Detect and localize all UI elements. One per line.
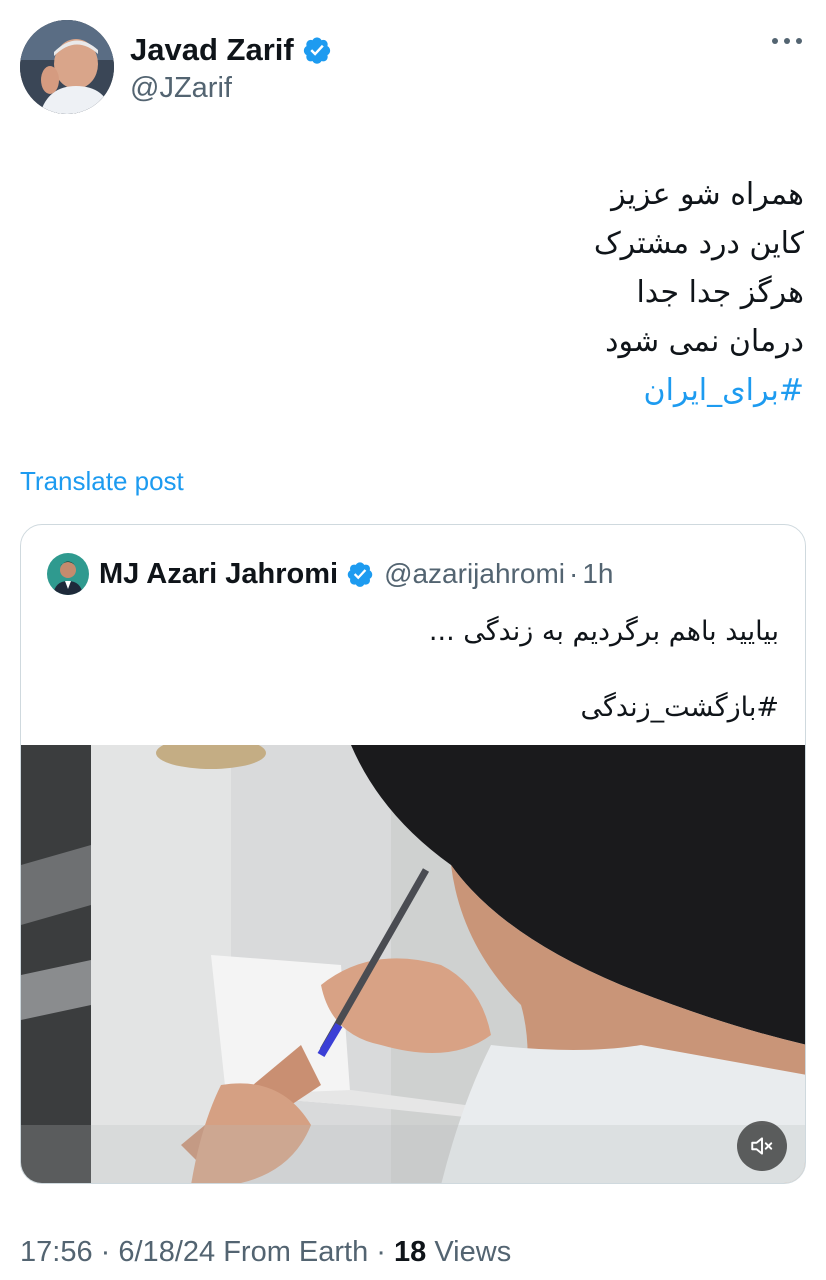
quoted-text-line: بیایید باهم برگردیم به زندگی ... — [428, 616, 779, 647]
separator-dot: · — [376, 1236, 386, 1268]
post-source: From Earth — [223, 1236, 369, 1268]
post-metadata: 17:56 · 6/18/24 From Earth · 18 Views — [20, 1236, 511, 1269]
post-hashtag-link[interactable]: #برای_ایران — [204, 366, 804, 415]
post-text: همراه شو عزیز کاین درد مشترک هرگز جدا جد… — [204, 170, 804, 415]
translate-post-link[interactable]: Translate post — [20, 466, 184, 497]
separator-dot: · — [100, 1236, 111, 1268]
verified-badge-icon — [303, 37, 330, 64]
post-line: درمان نمی شود — [605, 324, 804, 359]
quoted-post-text: بیایید باهم برگردیم به زندگی ... #بازگشت… — [79, 611, 779, 729]
views-count: 18 — [394, 1236, 427, 1268]
post-line: هرگز جدا جدا — [636, 275, 804, 310]
separator-dot: · — [568, 558, 579, 589]
mute-button[interactable] — [737, 1121, 787, 1171]
quoted-author-avatar — [47, 553, 89, 595]
author-names: Javad Zarif @JZarif — [130, 30, 332, 105]
quoted-author-name: MJ Azari Jahromi — [99, 557, 339, 590]
quoted-author-handle: @azarijahromi — [384, 558, 565, 589]
author-avatar[interactable] — [20, 20, 114, 114]
post-line: همراه شو عزیز — [611, 177, 804, 212]
author-name[interactable]: Javad Zarif — [130, 32, 294, 68]
post-date[interactable]: 6/18/24 — [118, 1236, 215, 1268]
views-label: Views — [434, 1236, 512, 1268]
more-options-icon[interactable] — [770, 36, 804, 46]
post-header: Javad Zarif @JZarif — [20, 20, 806, 116]
post-line: کاین درد مشترک — [593, 226, 804, 261]
quoted-post-time: 1h — [582, 558, 614, 589]
quoted-video[interactable] — [21, 745, 805, 1183]
mute-icon — [751, 1137, 773, 1155]
quoted-hashtag: #بازگشت_زندگی — [580, 692, 779, 723]
quoted-post-header: MJ Azari Jahromi @azarijahromi · 1h — [47, 553, 613, 595]
quoted-post-card[interactable]: MJ Azari Jahromi @azarijahromi · 1h بیای… — [20, 524, 806, 1184]
author-handle[interactable]: @JZarif — [130, 72, 332, 105]
post-time[interactable]: 17:56 — [20, 1236, 93, 1268]
verified-badge-icon — [347, 562, 373, 587]
